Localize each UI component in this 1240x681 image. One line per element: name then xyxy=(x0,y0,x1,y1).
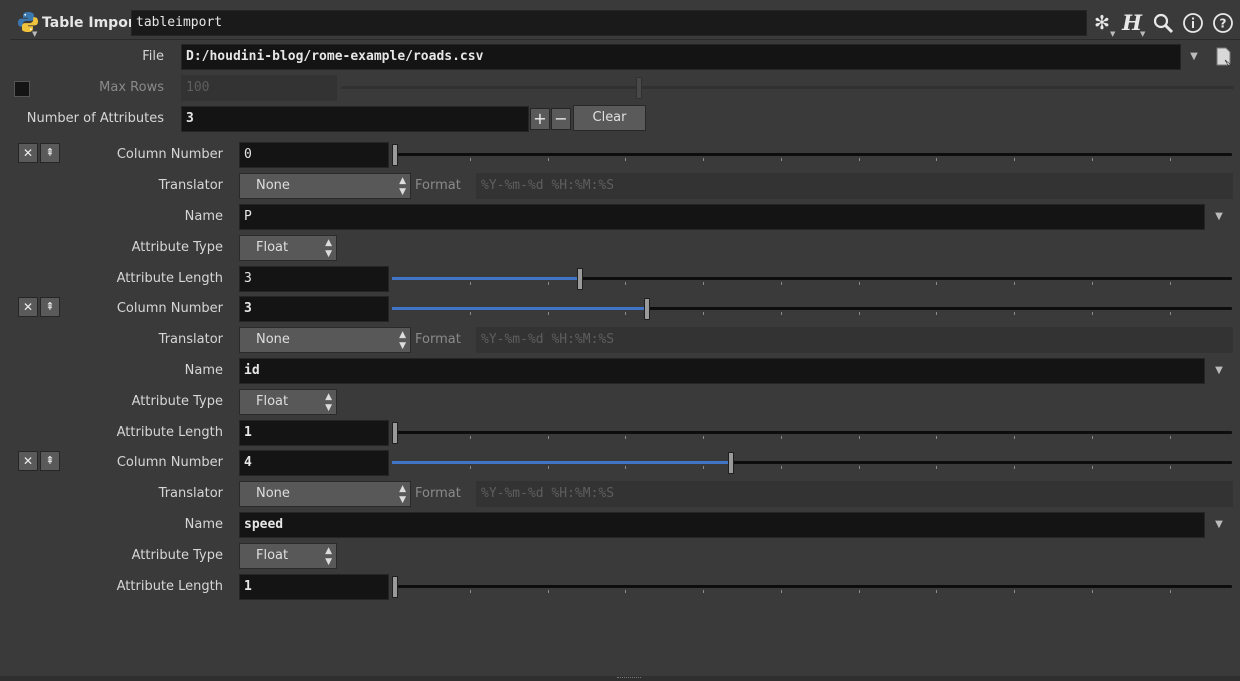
translator-label: Translator xyxy=(158,486,223,501)
max-rows-toggle[interactable] xyxy=(14,81,30,97)
translator-value: None xyxy=(256,486,290,501)
attribute-length-slider[interactable] xyxy=(392,574,1232,600)
svg-text:?: ? xyxy=(1220,17,1227,31)
column-number-slider[interactable] xyxy=(392,296,1232,322)
format-field[interactable]: %Y-%m-%d %H:%M:%S xyxy=(476,481,1233,507)
search-icon[interactable] xyxy=(1150,10,1176,36)
translator-label: Translator xyxy=(158,178,223,193)
chevron-down-icon[interactable]: ▼ xyxy=(1140,30,1145,38)
insert-icon[interactable]: ⇞ xyxy=(40,143,60,163)
help-icon[interactable]: ? xyxy=(1210,10,1236,36)
column-number-slider[interactable] xyxy=(392,142,1232,168)
insert-icon[interactable]: ⇞ xyxy=(40,451,60,471)
attribute-type-value: Float xyxy=(256,394,289,409)
column-number-slider[interactable] xyxy=(392,450,1232,476)
column-number-field[interactable]: 4 xyxy=(239,450,389,476)
attribute-length-slider[interactable] xyxy=(392,266,1232,292)
add-attribute-button[interactable]: + xyxy=(530,108,550,130)
column-number-label: Column Number xyxy=(116,301,223,316)
close-icon[interactable]: ✕ xyxy=(18,143,38,163)
max-rows-slider[interactable] xyxy=(341,75,1234,101)
file-label: File xyxy=(142,49,164,64)
file-chooser-icon[interactable] xyxy=(1214,46,1234,68)
translator-select[interactable]: None ▲ ▼ xyxy=(239,327,411,353)
close-icon[interactable]: ✕ xyxy=(18,451,38,471)
format-field[interactable]: %Y-%m-%d %H:%M:%S xyxy=(476,173,1233,199)
attribute-type-value: Float xyxy=(256,240,289,255)
translator-value: None xyxy=(256,332,290,347)
format-label: Format xyxy=(415,332,461,347)
chevron-down-icon[interactable]: ▼ xyxy=(1208,359,1230,383)
attribute-length-field[interactable]: 1 xyxy=(239,574,389,600)
close-icon[interactable]: ✕ xyxy=(18,297,38,317)
updown-arrows-icon: ▲ ▼ xyxy=(399,176,406,197)
attribute-type-label: Attribute Type xyxy=(131,548,223,563)
format-field[interactable]: %Y-%m-%d %H:%M:%S xyxy=(476,327,1233,353)
num-attributes-label: Number of Attributes xyxy=(26,111,164,126)
attribute-length-slider[interactable] xyxy=(392,420,1232,446)
file-field[interactable]: D:/houdini-blog/rome-example/roads.csv xyxy=(181,44,1181,70)
attribute-length-label: Attribute Length xyxy=(116,425,223,440)
node-name-field[interactable]: tableimport xyxy=(131,10,1087,36)
updown-arrows-icon: ▲ ▼ xyxy=(399,484,406,505)
attribute-length-label: Attribute Length xyxy=(116,271,223,286)
updown-arrows-icon: ▲ ▼ xyxy=(325,392,332,413)
node-type-label: Table Import xyxy=(42,15,142,31)
name-field[interactable]: P xyxy=(239,204,1205,230)
attribute-type-label: Attribute Type xyxy=(131,394,223,409)
name-label: Name xyxy=(184,209,223,224)
name-label: Name xyxy=(184,517,223,532)
translator-label: Translator xyxy=(158,332,223,347)
updown-arrows-icon: ▲ ▼ xyxy=(325,546,332,567)
info-icon[interactable] xyxy=(1180,10,1206,36)
insert-icon[interactable]: ⇞ xyxy=(40,297,60,317)
attribute-type-value: Float xyxy=(256,548,289,563)
translator-value: None xyxy=(256,178,290,193)
max-rows-label: Max Rows xyxy=(99,80,164,95)
column-number-field[interactable]: 0 xyxy=(239,142,389,168)
chevron-down-icon[interactable]: ▼ xyxy=(32,30,37,38)
clear-attributes-button[interactable]: Clear xyxy=(573,105,646,131)
updown-arrows-icon: ▲ ▼ xyxy=(325,238,332,259)
attribute-length-label: Attribute Length xyxy=(116,579,223,594)
attribute-type-label: Attribute Type xyxy=(131,240,223,255)
attribute-type-select[interactable]: Float ▲ ▼ xyxy=(239,543,337,569)
chevron-down-icon[interactable]: ▼ xyxy=(1208,513,1230,537)
attribute-length-field[interactable]: 1 xyxy=(239,420,389,446)
attribute-type-select[interactable]: Float ▲ ▼ xyxy=(239,235,337,261)
remove-attribute-button[interactable]: − xyxy=(551,108,571,130)
updown-arrows-icon: ▲ ▼ xyxy=(399,330,406,351)
format-label: Format xyxy=(415,486,461,501)
translator-select[interactable]: None ▲ ▼ xyxy=(239,173,411,199)
format-label: Format xyxy=(415,178,461,193)
num-attributes-field[interactable]: 3 xyxy=(181,106,529,132)
chevron-down-icon[interactable]: ▼ xyxy=(1208,205,1230,229)
chevron-down-icon[interactable]: ▼ xyxy=(1183,45,1205,69)
name-field[interactable]: id xyxy=(239,358,1205,384)
column-number-label: Column Number xyxy=(116,455,223,470)
resize-grip[interactable] xyxy=(617,677,641,681)
name-field[interactable]: speed xyxy=(239,512,1205,538)
header-divider xyxy=(10,39,1240,40)
name-label: Name xyxy=(184,363,223,378)
chevron-down-icon[interactable]: ▼ xyxy=(1110,30,1115,38)
attribute-type-select[interactable]: Float ▲ ▼ xyxy=(239,389,337,415)
attribute-length-field[interactable]: 3 xyxy=(239,266,389,292)
header-bar: ▼ Table Import tableimport ✻ ▼ H ▼ ? xyxy=(0,0,1240,44)
max-rows-field[interactable]: 100 xyxy=(181,75,337,101)
translator-select[interactable]: None ▲ ▼ xyxy=(239,481,411,507)
column-number-label: Column Number xyxy=(116,147,223,162)
column-number-field[interactable]: 3 xyxy=(239,296,389,322)
